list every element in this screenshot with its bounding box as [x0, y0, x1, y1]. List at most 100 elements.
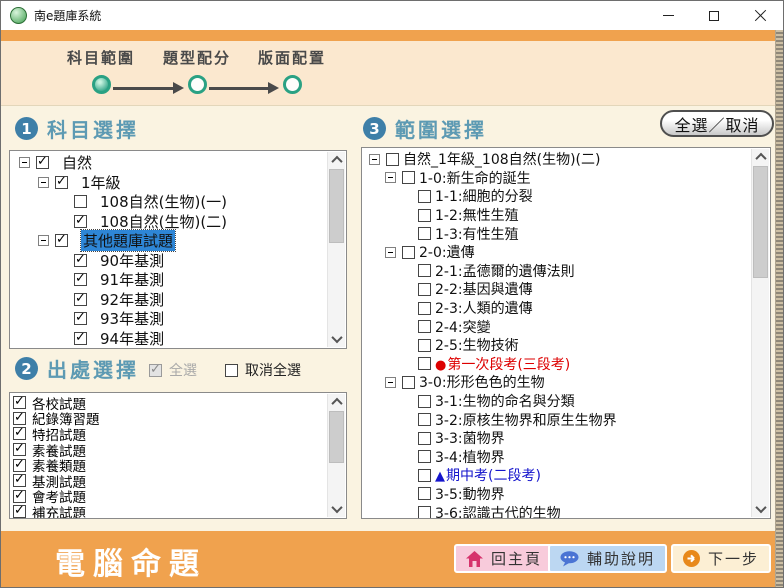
- scroll-down-button[interactable]: [328, 501, 345, 517]
- scroll-up-button[interactable]: [328, 394, 345, 410]
- scroll-up-button[interactable]: [752, 149, 769, 165]
- tree-row[interactable]: 1-2:無性生殖: [365, 206, 750, 225]
- tree-row[interactable]: 3-1:生物的命名與分類: [365, 392, 750, 411]
- tree-label[interactable]: 3-5:動物界: [435, 484, 505, 504]
- tree-label[interactable]: 1-2:無性生殖: [435, 205, 519, 225]
- tree-label[interactable]: 1年級: [81, 172, 121, 193]
- tree-label[interactable]: 自然_1年級_108自然(生物)(二): [403, 150, 600, 169]
- tree-row[interactable]: 1-3:有性生殖: [365, 224, 750, 243]
- tree-row[interactable]: 2-1:孟德爾的遺傳法則: [365, 262, 750, 281]
- expander-minus-icon[interactable]: [385, 247, 396, 258]
- tree-label[interactable]: 92年基測: [100, 289, 164, 310]
- close-button[interactable]: [737, 1, 783, 30]
- tree-label[interactable]: 94年基測: [100, 328, 164, 348]
- expander-minus-icon[interactable]: [369, 154, 380, 165]
- tree-checkbox[interactable]: [402, 171, 415, 184]
- tree-row[interactable]: 3-2:原核生物界和原生生物界: [365, 410, 750, 429]
- tree-checkbox[interactable]: [418, 413, 431, 426]
- tree-row[interactable]: 1-0:新生命的誕生: [365, 169, 750, 188]
- tree-checkbox[interactable]: [74, 273, 87, 286]
- tree-row[interactable]: 2-2:基因與遺傳: [365, 280, 750, 299]
- tree-label[interactable]: 95年基測: [100, 347, 164, 348]
- tree-row[interactable]: ●第一次段考(三段考): [365, 355, 750, 374]
- tree-checkbox[interactable]: [386, 153, 399, 166]
- tree-label[interactable]: ●第一次段考(三段考): [435, 354, 570, 374]
- tree-checkbox[interactable]: [418, 432, 431, 445]
- item-checkbox[interactable]: [13, 474, 26, 487]
- tree-checkbox[interactable]: [402, 246, 415, 259]
- tree-label[interactable]: 108自然(生物)(二): [100, 211, 227, 232]
- tree-checkbox[interactable]: [418, 395, 431, 408]
- scrollbar-thumb[interactable]: [753, 166, 768, 278]
- tree-row[interactable]: 2-3:人類的遺傳: [365, 299, 750, 318]
- tree-checkbox[interactable]: [418, 190, 431, 203]
- expander-minus-icon[interactable]: [385, 377, 396, 388]
- tree-checkbox[interactable]: [74, 312, 87, 325]
- subject-tree-scrollbar[interactable]: [327, 152, 345, 347]
- select-all-checkbox[interactable]: [149, 364, 162, 377]
- tree-label[interactable]: 3-4:植物界: [435, 447, 505, 467]
- tree-checkbox[interactable]: [36, 156, 49, 169]
- step-circle-icon[interactable]: [188, 75, 207, 94]
- expander-minus-icon[interactable]: [19, 157, 30, 168]
- home-button[interactable]: 回主頁: [454, 544, 554, 573]
- tree-checkbox[interactable]: [55, 176, 68, 189]
- item-checkbox[interactable]: [13, 396, 26, 409]
- tree-row[interactable]: 3-4:植物界: [365, 448, 750, 467]
- tree-label[interactable]: 1-3:有性生殖: [435, 224, 519, 244]
- tree-label[interactable]: 2-3:人類的遺傳: [435, 298, 533, 318]
- item-checkbox[interactable]: [13, 443, 26, 456]
- tree-checkbox[interactable]: [418, 450, 431, 463]
- tree-checkbox[interactable]: [402, 376, 415, 389]
- tree-checkbox[interactable]: [418, 357, 431, 370]
- tree-row[interactable]: 自然_1年級_108自然(生物)(二): [365, 150, 750, 169]
- expander-minus-icon[interactable]: [385, 172, 396, 183]
- tree-label[interactable]: 自然: [62, 153, 92, 173]
- tree-checkbox[interactable]: [418, 487, 431, 500]
- deselect-all-checkbox[interactable]: [225, 364, 238, 377]
- tree-row[interactable]: 91年基測: [13, 270, 326, 290]
- step-circle-icon[interactable]: [283, 75, 302, 94]
- tree-label[interactable]: 108自然(生物)(一): [100, 191, 227, 212]
- tree-label[interactable]: 90年基測: [100, 250, 164, 271]
- tree-row[interactable]: 2-0:遺傳: [365, 243, 750, 262]
- tree-row[interactable]: 93年基測: [13, 309, 326, 329]
- tree-checkbox[interactable]: [74, 332, 87, 345]
- tree-row[interactable]: 92年基測: [13, 290, 326, 310]
- scrollbar-thumb[interactable]: [329, 169, 344, 243]
- list-item[interactable]: 補充試題: [13, 504, 326, 518]
- step-circle-active-icon[interactable]: [92, 75, 111, 94]
- expander-minus-icon[interactable]: [38, 177, 49, 188]
- tree-row[interactable]: 1年級: [13, 173, 326, 193]
- tree-label[interactable]: 2-4:突變: [435, 317, 491, 337]
- source-list-scrollbar[interactable]: [327, 394, 345, 517]
- next-step-button[interactable]: 下一步: [671, 544, 771, 573]
- tree-row[interactable]: 自然: [13, 153, 326, 173]
- tree-label[interactable]: 其他題庫試題: [81, 230, 175, 251]
- tree-checkbox[interactable]: [74, 215, 87, 228]
- tree-row[interactable]: 3-6:認識古代的生物: [365, 503, 750, 518]
- tree-row[interactable]: 3-0:形形色色的生物: [365, 373, 750, 392]
- tree-row[interactable]: 108自然(生物)(二): [13, 212, 326, 232]
- tree-label[interactable]: ▲期中考(二段考): [435, 465, 541, 485]
- tree-row[interactable]: 3-3:菌物界: [365, 429, 750, 448]
- tree-label[interactable]: 1-1:細胞的分裂: [435, 186, 533, 206]
- tree-row[interactable]: 90年基測: [13, 251, 326, 271]
- tree-checkbox[interactable]: [74, 293, 87, 306]
- help-button[interactable]: 輔助說明: [548, 544, 667, 573]
- select-all-toggle-button[interactable]: 全選／取消: [660, 110, 774, 137]
- tree-label[interactable]: 3-0:形形色色的生物: [419, 372, 545, 392]
- tree-label[interactable]: 3-1:生物的命名與分類: [435, 391, 575, 411]
- scroll-down-button[interactable]: [328, 331, 345, 347]
- tree-checkbox[interactable]: [418, 469, 431, 482]
- minimize-button[interactable]: [645, 1, 691, 30]
- item-checkbox[interactable]: [13, 490, 26, 503]
- tree-checkbox[interactable]: [74, 195, 87, 208]
- item-checkbox[interactable]: [13, 427, 26, 440]
- tree-label[interactable]: 3-6:認識古代的生物: [435, 503, 561, 518]
- item-checkbox[interactable]: [13, 505, 26, 518]
- tree-checkbox[interactable]: [418, 209, 431, 222]
- tree-label[interactable]: 93年基測: [100, 308, 164, 329]
- tree-checkbox[interactable]: [418, 227, 431, 240]
- tree-checkbox[interactable]: [418, 320, 431, 333]
